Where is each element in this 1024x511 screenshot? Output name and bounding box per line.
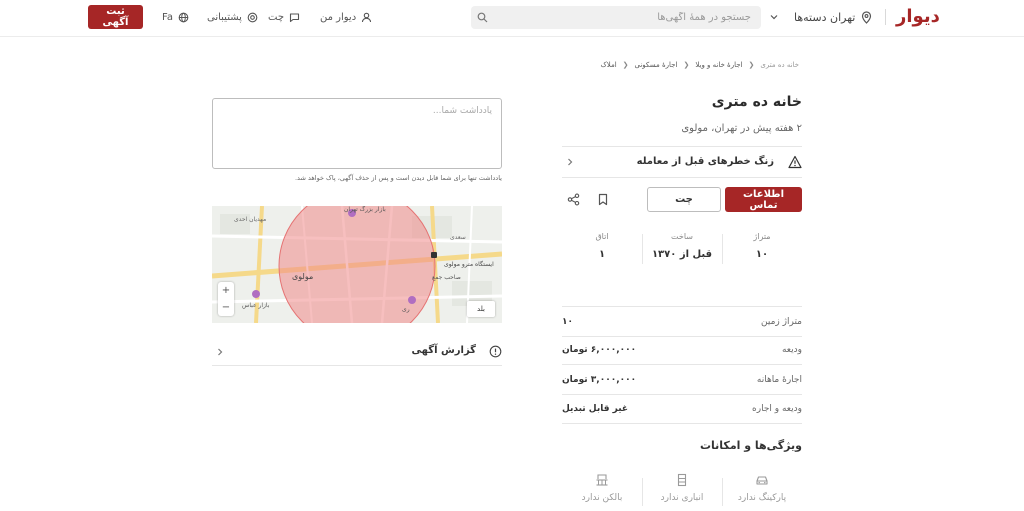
stat-rooms-value: ۱ [598, 249, 606, 260]
detail-key: اجارهٔ ماهانه [756, 375, 802, 385]
stat-rooms-label: اتاق [595, 232, 609, 241]
chevron-right-icon [218, 348, 223, 356]
breadcrumb-item-residential-rent[interactable]: اجارهٔ مسکونی [635, 61, 678, 69]
chevron-left-icon: ❮ [683, 61, 690, 69]
location-pin-icon [862, 10, 872, 24]
stat-rooms: اتاق ۱ [562, 230, 642, 270]
map-label: مهدیان احدی [234, 216, 267, 223]
categories-label: دسته‌ها [794, 10, 827, 24]
chat-bubble-icon [289, 12, 300, 22]
user-icon [362, 12, 372, 22]
map-zoom-control: + − [218, 282, 234, 316]
warning-row[interactable]: زنگ خطرهای قبل از معامله [562, 146, 802, 178]
stat-area: متراژ ۱۰ [722, 230, 802, 270]
listing-stats: متراژ ۱۰ ساخت قبل از ۱۳۷۰ اتاق ۱ [562, 230, 802, 270]
warning-triangle-icon [788, 155, 802, 169]
chevron-left-icon: ❮ [748, 61, 755, 69]
stat-divider [642, 234, 643, 264]
map-label: بازار عباس [242, 302, 270, 309]
detail-value: ۳,۰۰۰,۰۰۰ تومان [562, 375, 637, 385]
balcony-icon [596, 474, 608, 486]
car-icon [756, 476, 768, 485]
feature-storage: انباری ندارد [642, 473, 722, 503]
location-map[interactable]: بازار بزرگ تهران مهدیان احدی سعدی مولوی … [212, 206, 502, 323]
share-icon[interactable] [567, 193, 580, 206]
note-hint: یادداشت تنها برای شما قابل دیدن است و پس… [294, 174, 502, 182]
language-label: Fa [162, 11, 173, 23]
feature-label: بالکن ندارد [581, 493, 623, 503]
stat-area-value: ۱۰ [755, 249, 769, 260]
search-input[interactable] [471, 6, 761, 29]
chat-label: چت [268, 11, 285, 23]
breadcrumb: املاک ❮ اجارهٔ مسکونی ❮ اجارهٔ خانه و وی… [601, 59, 800, 71]
section-divider [562, 306, 802, 307]
breadcrumb-item-house-rent[interactable]: اجارهٔ خانه و ویلا [695, 61, 742, 69]
note-textarea[interactable] [212, 98, 502, 169]
report-ad-label: گزارش آگهی [411, 345, 476, 356]
chat-link[interactable]: چت [268, 9, 300, 25]
language-switch[interactable]: Fa [162, 9, 189, 25]
features-title: ویژگی‌ها و امکانات [699, 439, 802, 452]
support-label: پشتیبانی [207, 11, 242, 23]
my-divar-label: دیوار من [320, 11, 357, 23]
stat-built-label: ساخت [671, 232, 693, 241]
detail-row-deposit: ودیعه ۶,۰۰۰,۰۰۰ تومان [562, 337, 802, 365]
divar-logo[interactable]: دیوار [896, 4, 940, 30]
detail-row-convertible: ودیعه و اجاره غیر قابل تبدیل [562, 396, 802, 424]
zoom-out-button[interactable]: − [218, 299, 234, 316]
chevron-left-icon: ❮ [622, 61, 629, 69]
map-label: سعدی [450, 234, 466, 241]
listing-title: خانه ده متری [711, 94, 802, 110]
detail-value: ۱۰ [562, 317, 573, 327]
contact-info-button[interactable]: اطلاعات تماس [725, 187, 802, 212]
feature-divider [642, 478, 643, 506]
detail-key: متراژ زمین [761, 317, 802, 327]
detail-key: ودیعه و اجاره [752, 404, 802, 414]
feature-divider [722, 478, 723, 506]
chat-button[interactable]: چت [647, 187, 721, 212]
detail-row-land-area: متراژ زمین ۱۰ [562, 309, 802, 337]
detail-value: غیر قابل تبدیل [562, 404, 629, 414]
map-label: صاحب جمع [432, 274, 461, 281]
my-divar-link[interactable]: دیوار من [320, 9, 372, 25]
report-ad-row[interactable]: گزارش آگهی [212, 340, 502, 366]
map-label: ری [402, 306, 410, 313]
warning-label: زنگ خطرهای قبل از معامله [636, 156, 774, 167]
storage-icon [677, 473, 687, 487]
map-provider-logo: بلد [467, 301, 495, 317]
city-label: تهران [830, 10, 856, 24]
breadcrumb-item-real-estate[interactable]: املاک [601, 61, 617, 69]
info-circle-icon [489, 345, 502, 358]
map-label: مولوی [292, 272, 314, 281]
search-icon[interactable] [477, 12, 488, 23]
map-label: ایستگاه مترو مولوی [444, 261, 494, 268]
categories-dropdown[interactable]: دسته‌ها [770, 7, 826, 27]
globe-icon [178, 12, 189, 22]
top-header: دیوار تهران دسته‌ها دیوار من چت پشتیبا [0, 0, 1024, 37]
detail-row-monthly-rent: اجارهٔ ماهانه ۳,۰۰۰,۰۰۰ تومان [562, 367, 802, 395]
feature-label: انباری ندارد [660, 493, 704, 503]
stat-divider [722, 234, 723, 264]
stat-area-label: متراژ [753, 232, 771, 241]
stat-built: ساخت قبل از ۱۳۷۰ [642, 230, 722, 270]
bookmark-icon[interactable] [597, 193, 609, 206]
listing-subtitle: ۲ هفته پیش در تهران، مولوی [681, 123, 802, 134]
post-ad-button[interactable]: ثبت آگهی [88, 5, 143, 29]
chevron-down-icon [770, 15, 778, 20]
zoom-in-button[interactable]: + [218, 282, 234, 299]
map-label: بازار بزرگ تهران [344, 206, 386, 213]
city-selector[interactable]: تهران [830, 7, 872, 27]
detail-value: ۶,۰۰۰,۰۰۰ تومان [562, 345, 637, 355]
support-link[interactable]: پشتیبانی [207, 9, 258, 25]
feature-balcony: بالکن ندارد [562, 473, 642, 503]
chevron-right-icon [568, 158, 573, 166]
support-lifebuoy-icon [247, 12, 258, 22]
feature-label: پارکینگ ندارد [737, 493, 787, 503]
stat-built-value: قبل از ۱۳۷۰ [651, 249, 713, 260]
detail-key: ودیعه [781, 345, 802, 355]
header-divider [885, 9, 886, 25]
feature-parking: پارکینگ ندارد [722, 473, 802, 503]
breadcrumb-item-current: خانه ده متری [760, 61, 799, 69]
